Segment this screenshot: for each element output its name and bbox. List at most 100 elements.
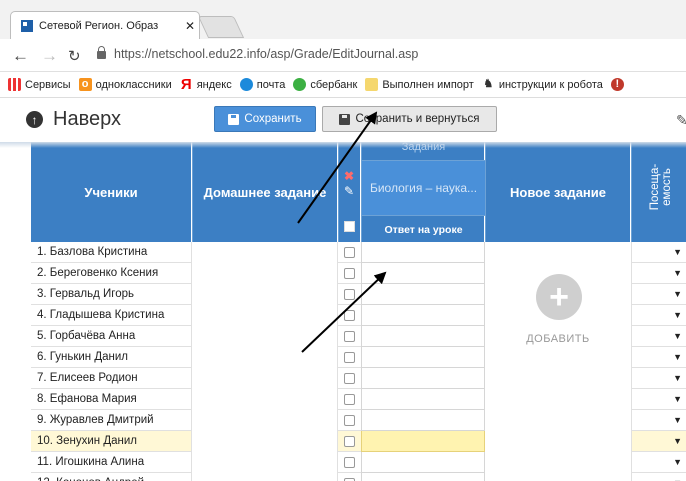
- table-row: 2. Береговенко Ксения ▼: [0, 263, 686, 284]
- attendance-dropdown[interactable]: ▼: [631, 389, 686, 410]
- address-bar: ← → ↻ https://netschool.edu22.info/asp/G…: [0, 39, 686, 72]
- tab-title: Сетевой Регион. Образ: [39, 19, 159, 32]
- bookmark-guide[interactable]: ♞ инструкции к робота: [482, 78, 602, 91]
- mark-input[interactable]: [361, 389, 485, 410]
- table-row: 6. Гунькин Данил ▼: [0, 347, 686, 368]
- row-checkbox-cell: [338, 305, 361, 326]
- folder-icon: [365, 78, 379, 91]
- student-name: 10. Зенухин Данил: [31, 431, 192, 452]
- mark-input[interactable]: [361, 263, 485, 284]
- mark-input[interactable]: [361, 326, 485, 347]
- student-name: 4. Гладышева Кристина: [31, 305, 192, 326]
- row-checkbox[interactable]: [344, 309, 355, 321]
- delete-icon[interactable]: ✖: [344, 169, 354, 183]
- browser-tab[interactable]: Сетевой Регион. Образ ✕: [10, 11, 200, 39]
- table-row: 10. Зенухин Данил ▼: [0, 431, 686, 452]
- student-name: 11. Игошкина Алина: [31, 452, 192, 473]
- attendance-dropdown[interactable]: ▼: [631, 326, 686, 347]
- student-name: 3. Гервальд Игорь: [31, 284, 192, 305]
- header-students: Ученики: [31, 142, 191, 242]
- bookmark-mail[interactable]: почта: [239, 78, 286, 91]
- reload-icon[interactable]: ↻: [68, 47, 81, 65]
- bookmark-label: почта: [256, 78, 286, 91]
- pencil-icon[interactable]: ✎: [344, 184, 354, 198]
- task-name[interactable]: Биология – наука...: [362, 160, 485, 216]
- save-and-return-button[interactable]: Сохранить и вернуться: [322, 106, 497, 132]
- table-row: 12. Кононов Андрей ▼: [0, 473, 686, 481]
- guide-icon: ♞: [483, 78, 494, 90]
- bookmark-import[interactable]: Выполнен импорт: [365, 78, 474, 91]
- attendance-dropdown[interactable]: ▼: [631, 368, 686, 389]
- row-checkbox[interactable]: [344, 288, 355, 300]
- mark-input[interactable]: [361, 452, 485, 473]
- attendance-dropdown[interactable]: ▼: [631, 473, 686, 481]
- row-checkbox-cell: [338, 452, 361, 473]
- up-label: Наверх: [53, 108, 121, 130]
- bookmark-label: сбербанк: [310, 78, 358, 91]
- mark-input[interactable]: [361, 410, 485, 431]
- up-link[interactable]: ↑ Наверх: [26, 108, 121, 131]
- url-field[interactable]: https://netschool.edu22.info/asp/Grade/E…: [97, 46, 419, 61]
- mark-input[interactable]: [361, 305, 485, 326]
- add-task-plus-icon[interactable]: +: [536, 274, 582, 320]
- attendance-dropdown[interactable]: ▼: [631, 263, 686, 284]
- lock-icon: [97, 46, 106, 59]
- save-disk-icon: [228, 113, 240, 125]
- row-checkbox[interactable]: [344, 435, 355, 447]
- bookmark-yandex[interactable]: Я яндекс: [180, 77, 232, 92]
- table-row: 1. Базлова Кристина ▼: [0, 242, 686, 263]
- student-name: 7. Елисеев Родион: [31, 368, 192, 389]
- mark-input[interactable]: [361, 431, 485, 452]
- attendance-label: Посеща-емость: [649, 163, 673, 211]
- row-checkbox[interactable]: [344, 330, 355, 342]
- bookmark-sberbank[interactable]: сбербанк: [293, 78, 357, 91]
- student-name: 5. Горбачёва Анна: [31, 326, 192, 347]
- bookmark-more[interactable]: !: [610, 78, 628, 91]
- row-checkbox[interactable]: [344, 477, 355, 481]
- bookmark-label: одноклассники: [95, 78, 172, 91]
- row-checkbox-cell: [338, 326, 361, 347]
- mark-input[interactable]: [361, 347, 485, 368]
- attendance-dropdown[interactable]: ▼: [631, 305, 686, 326]
- info-icon: !: [610, 78, 624, 91]
- bookmark-label: Сервисы: [25, 78, 71, 91]
- row-checkbox[interactable]: [344, 246, 355, 258]
- mark-input[interactable]: [361, 368, 485, 389]
- row-checkbox-cell: [338, 284, 361, 305]
- back-arrow-icon[interactable]: ←: [12, 46, 29, 66]
- attendance-dropdown[interactable]: ▼: [631, 242, 686, 263]
- bookmark-label: Выполнен импорт: [382, 78, 474, 91]
- attendance-dropdown[interactable]: ▼: [631, 452, 686, 473]
- attendance-dropdown[interactable]: ▼: [631, 410, 686, 431]
- attendance-dropdown[interactable]: ▼: [631, 284, 686, 305]
- forward-arrow-icon[interactable]: →: [41, 46, 58, 66]
- add-task-label[interactable]: ДОБАВИТЬ: [485, 333, 631, 345]
- bookmark-services[interactable]: Сервисы: [8, 78, 71, 91]
- header-homework: Домашнее задание: [192, 142, 337, 242]
- tab-close-icon[interactable]: ✕: [181, 19, 199, 33]
- new-tab-button[interactable]: [197, 16, 245, 38]
- mark-input[interactable]: [361, 473, 485, 481]
- attendance-dropdown[interactable]: ▼: [631, 431, 686, 452]
- select-all-checkbox[interactable]: [344, 221, 355, 232]
- row-checkbox[interactable]: [344, 267, 355, 279]
- url-text: https://netschool.edu22.info/asp/Grade/E…: [114, 47, 419, 61]
- table-row: 4. Гладышева Кристина ▼: [0, 305, 686, 326]
- student-name: 2. Береговенко Ксения: [31, 263, 192, 284]
- sberbank-icon: [293, 78, 307, 91]
- row-checkbox-cell: [338, 347, 361, 368]
- save-button[interactable]: Сохранить: [214, 106, 316, 132]
- row-checkbox[interactable]: [344, 414, 355, 426]
- header-attendance: Посеща-емость: [631, 142, 686, 242]
- mark-input[interactable]: [361, 284, 485, 305]
- mark-input[interactable]: [361, 242, 485, 263]
- row-checkbox[interactable]: [344, 351, 355, 363]
- header-new-task: Новое задание: [485, 142, 630, 242]
- pencil-icon[interactable]: ✎: [676, 112, 686, 129]
- row-checkbox[interactable]: [344, 456, 355, 468]
- row-checkbox[interactable]: [344, 372, 355, 384]
- arrow-up-icon: ↑: [26, 111, 43, 128]
- row-checkbox[interactable]: [344, 393, 355, 405]
- bookmark-odnoklassniki[interactable]: o одноклассники: [78, 78, 172, 91]
- attendance-dropdown[interactable]: ▼: [631, 347, 686, 368]
